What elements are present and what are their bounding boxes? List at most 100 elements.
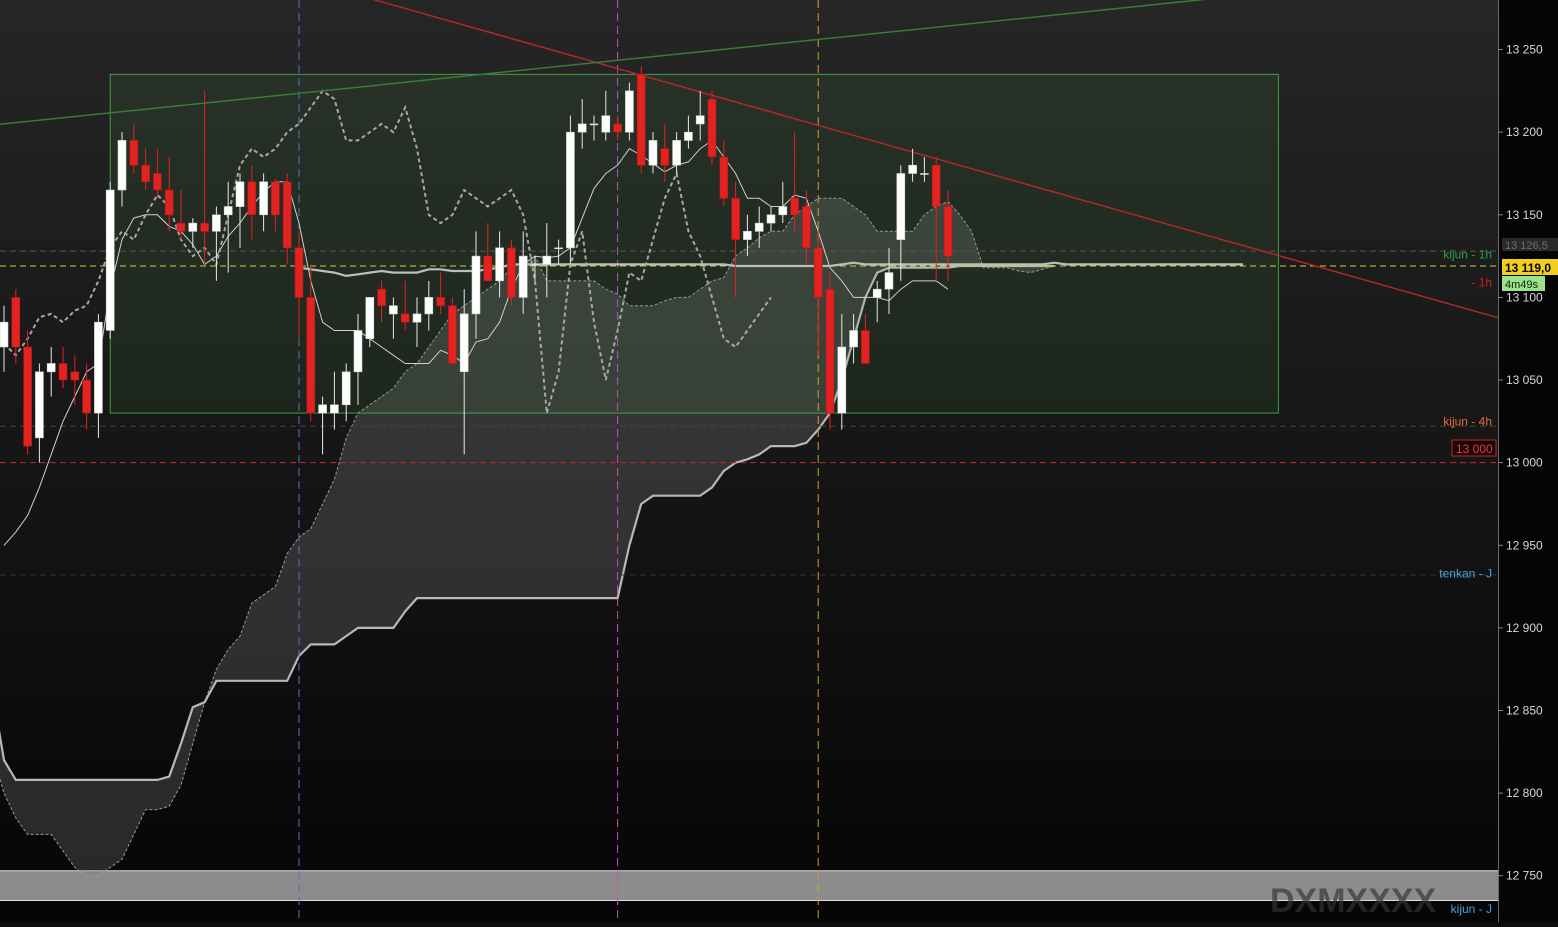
candle-body (353, 330, 363, 373)
candle-body (483, 255, 493, 282)
candle-body (23, 346, 32, 447)
candle-body (400, 313, 410, 323)
candle-body (707, 98, 717, 158)
candle-body (459, 313, 469, 372)
current-price-label: 13 119,0 (1505, 261, 1551, 275)
candle-body (530, 264, 540, 266)
candle-body (660, 148, 670, 166)
candle-body (235, 181, 245, 207)
candle-body (802, 206, 811, 249)
candle-body (648, 140, 658, 166)
level-label-1: - 1h (1471, 276, 1492, 290)
candle-body (0, 321, 9, 348)
candle-body (377, 288, 386, 307)
y-tick-label-10: 12 750 (1506, 869, 1543, 883)
candle-body (141, 164, 150, 182)
candle-body (766, 214, 776, 224)
candle-body (94, 321, 103, 414)
candle-body (223, 206, 233, 216)
ichimoku-candlestick-chart: kijun - 1h - 1h kijun - 4h tenkan - J kijun … (0, 0, 1558, 922)
candle-body (684, 131, 693, 141)
candle-body (188, 222, 198, 232)
candle-body (448, 305, 457, 364)
candle-body (282, 181, 292, 249)
candle-body (271, 181, 280, 216)
candle-body (849, 330, 858, 348)
candle-body (176, 222, 186, 232)
candle-body (58, 363, 68, 381)
candle-body (412, 313, 422, 323)
candle-body (46, 363, 56, 373)
y-tick-label-1: 13 200 (1506, 125, 1543, 139)
candle-body (884, 272, 894, 290)
candle-body (731, 198, 740, 240)
candle-body (212, 214, 221, 232)
candle-body (625, 90, 634, 133)
candle-body (436, 297, 445, 306)
candle-body (318, 404, 327, 414)
candle-body (105, 189, 115, 331)
countdown-label: 4m49s (1505, 279, 1539, 291)
candle-body (636, 74, 646, 166)
candle-body (790, 198, 799, 216)
level-label-2: kijun - 4h (1443, 414, 1492, 428)
y-tick-label-4: 13 050 (1506, 373, 1543, 387)
candle-body (931, 164, 941, 207)
candle-body (164, 189, 174, 216)
candle-body (365, 297, 375, 339)
candle-body (695, 115, 705, 125)
candle-body (247, 181, 257, 216)
candle-body (825, 288, 835, 414)
candle-body (943, 206, 953, 257)
candle-body (153, 173, 162, 191)
candle-body (566, 131, 575, 249)
candle-body (306, 297, 316, 414)
candle-body (341, 371, 351, 406)
candle-body (813, 247, 823, 298)
candle-body (424, 297, 434, 315)
candle-body (330, 404, 339, 414)
candle-body (778, 206, 788, 216)
y-tick-label-7: 12 900 (1506, 621, 1543, 635)
candle-body (518, 255, 528, 298)
candle-body (872, 288, 882, 298)
candle-body (129, 140, 139, 166)
candle-body (389, 305, 398, 315)
faded-price-label: 13 126,5 (1505, 240, 1548, 252)
level-label-4: kijun - J (1451, 902, 1492, 916)
candle-body (471, 255, 481, 315)
candle-body (82, 379, 91, 414)
candle-body (601, 115, 611, 133)
candle-body (11, 297, 21, 348)
candle-body (920, 173, 929, 175)
candle-body (117, 140, 127, 191)
candle-body (672, 140, 681, 166)
candle-body (35, 371, 44, 439)
candle-body (743, 231, 752, 240)
candle-body (495, 247, 504, 282)
y-tick-label-8: 12 850 (1506, 704, 1543, 718)
y-tick-label-3: 13 100 (1506, 290, 1543, 304)
round-level-label: 13 000 (1456, 442, 1493, 456)
candle-body (542, 255, 552, 265)
y-tick-label-0: 13 250 (1506, 43, 1543, 57)
level-label-0: kijun - 1h (1443, 247, 1492, 261)
candle-body (837, 346, 847, 414)
chart-root: kijun - 1h - 1h kijun - 4h tenkan - J kijun … (0, 0, 1558, 922)
candle-body (719, 156, 729, 199)
candle-body (577, 123, 587, 133)
candle-body (861, 330, 870, 364)
candle-body (507, 247, 516, 298)
y-tick-label-9: 12 800 (1506, 786, 1543, 800)
y-tick-label-5: 13 000 (1506, 456, 1543, 470)
candle-body (70, 371, 80, 381)
candle-body (294, 247, 304, 298)
candle-body (200, 222, 209, 232)
y-tick-label-6: 12 950 (1506, 538, 1543, 552)
y-tick-label-2: 13 150 (1506, 208, 1543, 222)
instrument-watermark: DXMXXXX (1270, 882, 1437, 920)
candle-body (754, 222, 764, 232)
level-label-3: tenkan - J (1439, 566, 1492, 580)
candle-body (613, 123, 622, 133)
candle-body (589, 123, 599, 126)
